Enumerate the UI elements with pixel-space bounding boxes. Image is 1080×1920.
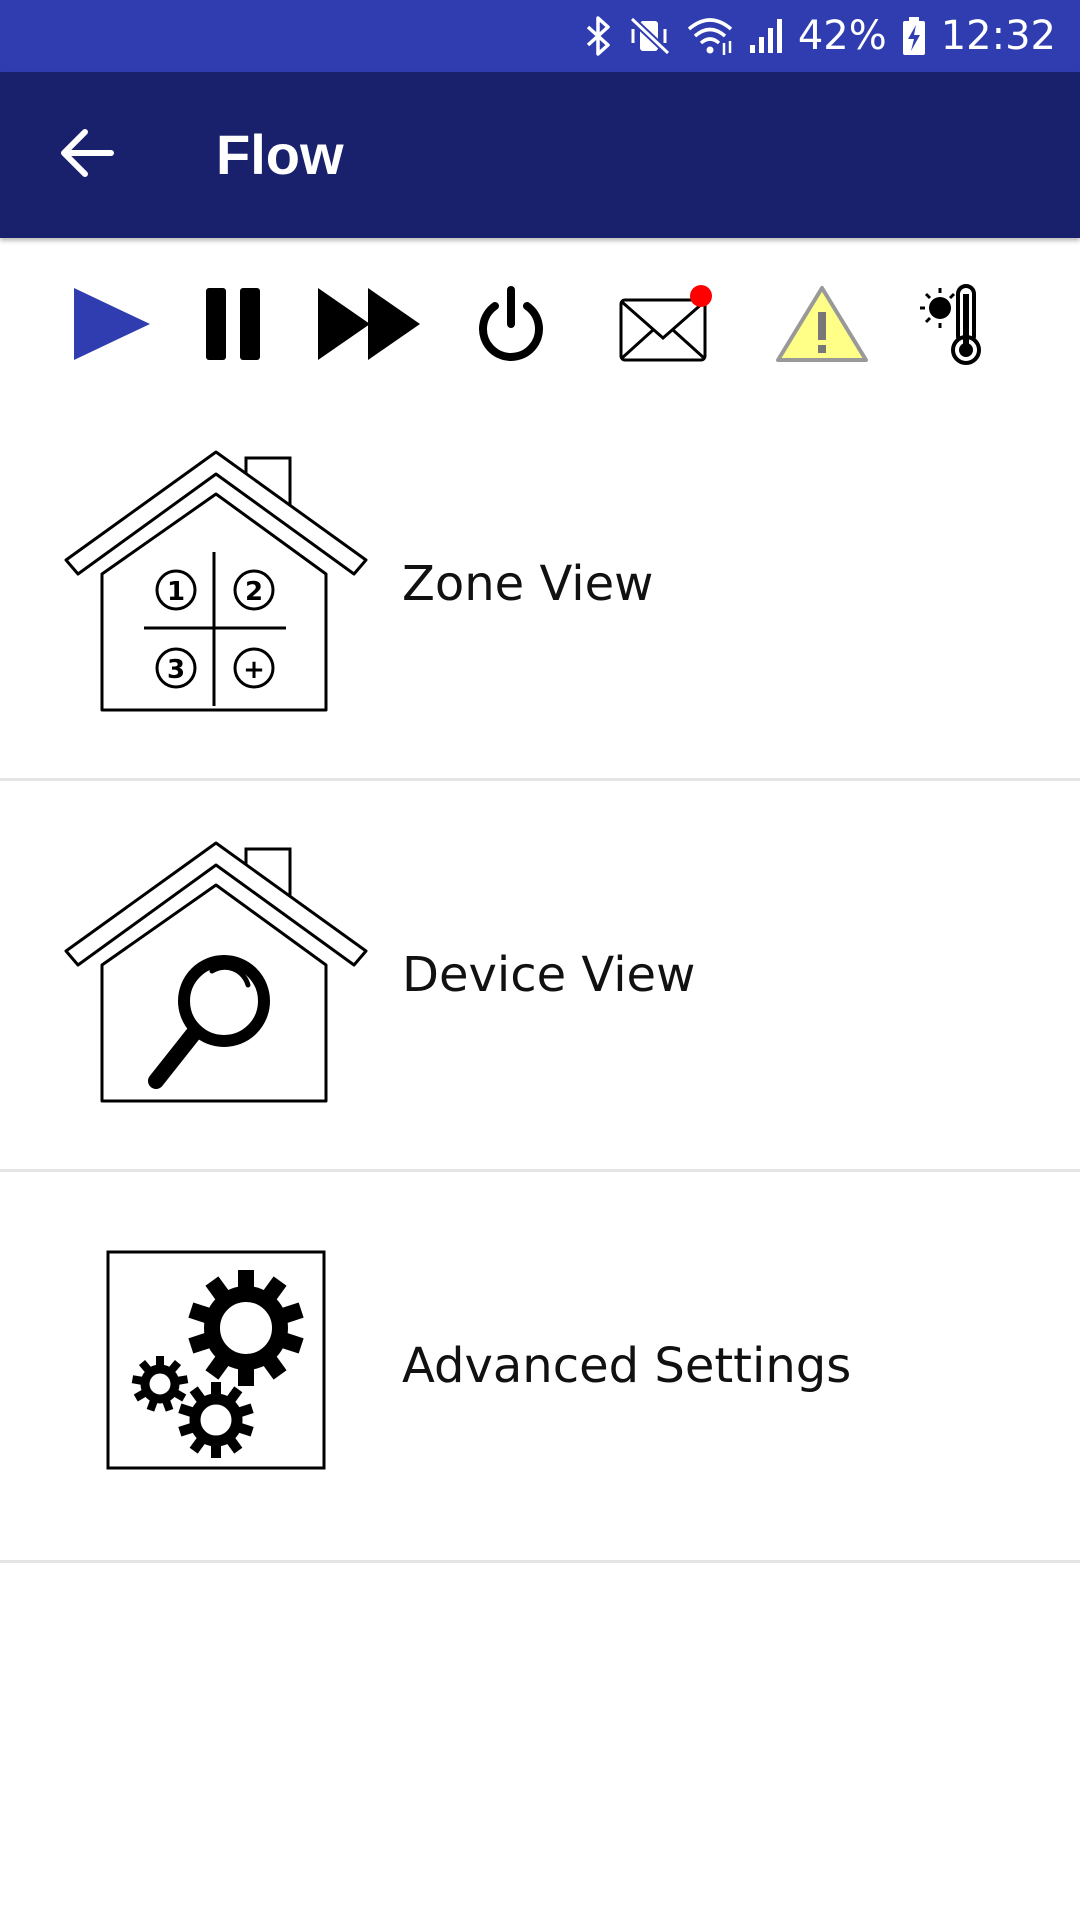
fast-forward-button[interactable] (312, 270, 428, 382)
signal-icon (748, 15, 784, 57)
messages-button[interactable] (614, 270, 720, 382)
arrow-left-icon (59, 127, 115, 184)
house-magnifier-icon (62, 841, 372, 1111)
message-badge (690, 284, 712, 307)
battery-charging-icon (901, 15, 927, 57)
temperature-button[interactable] (920, 270, 996, 382)
warning-button[interactable] (772, 270, 872, 382)
power-button[interactable] (470, 270, 552, 382)
power-icon (473, 284, 549, 369)
pause-button[interactable] (196, 270, 272, 382)
play-icon (66, 284, 154, 369)
back-button[interactable] (44, 112, 130, 198)
menu-item-label: Zone View (402, 556, 654, 612)
zone-1-label: 1 (167, 577, 185, 607)
gears-icon (62, 1232, 372, 1502)
zone-2-label: 2 (245, 577, 263, 607)
pause-icon (202, 284, 266, 369)
menu-item-label: Device View (402, 947, 696, 1003)
house-zones-icon: 1 2 3 + (62, 450, 372, 720)
app-bar: Flow (0, 72, 1080, 238)
zone-3-label: 3 (167, 655, 185, 685)
envelope-icon (615, 282, 719, 371)
status-time: 12:32 (940, 13, 1056, 59)
status-icons: 42% 12:32 (584, 0, 1056, 72)
menu-item-advanced-settings[interactable]: Advanced Settings (0, 1172, 1080, 1563)
battery-percent: 42% (797, 13, 887, 59)
menu-item-label: Advanced Settings (402, 1338, 852, 1394)
menu-list: 1 2 3 + Zone View Device View Advanced S… (0, 390, 1080, 1563)
menu-item-zone-view[interactable]: 1 2 3 + Zone View (0, 390, 1080, 781)
thermometer-sun-icon (920, 282, 996, 371)
vibrate-mute-icon (628, 15, 672, 57)
page-title: Flow (216, 123, 344, 186)
control-toolbar (0, 270, 1080, 382)
zone-add-label: + (243, 655, 265, 685)
bluetooth-icon (584, 15, 614, 57)
play-button[interactable] (62, 270, 158, 382)
warning-icon (774, 282, 870, 371)
status-bar: 42% 12:32 (0, 0, 1080, 72)
menu-item-device-view[interactable]: Device View (0, 781, 1080, 1172)
wifi-icon (686, 15, 734, 57)
fast-forward-icon (314, 284, 426, 369)
